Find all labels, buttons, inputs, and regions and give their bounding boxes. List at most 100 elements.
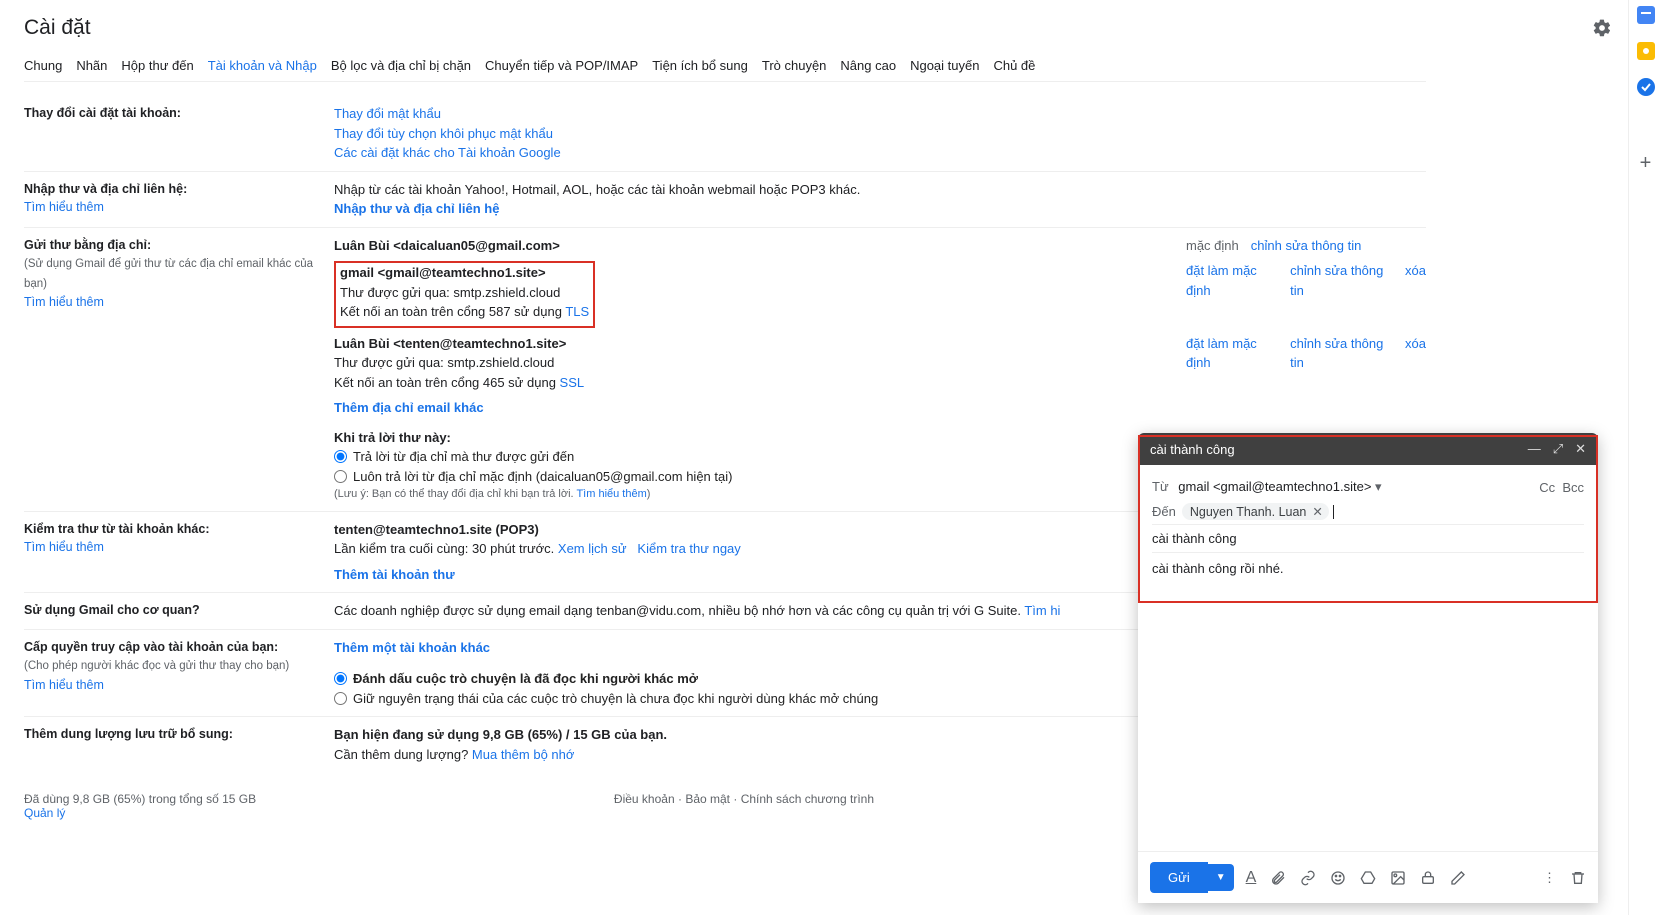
tab-n-ng-cao[interactable]: Nâng cao [840,58,896,73]
format-icon[interactable]: A [1246,869,1257,887]
settings-tabs: Chung Nhãn Hộp thư đến Tài khoản và Nhập Bộ … [24,58,1426,82]
compose-from-label: Từ [1152,479,1169,494]
change-account-link-2[interactable]: Các cài đặt khác cho Tài khoản Google [334,145,561,160]
drive-icon[interactable] [1360,870,1376,886]
image-icon[interactable] [1390,870,1406,886]
send-as-row-2-name: Luân Bùi <tenten@teamtechno1.site> [334,334,584,354]
add-addon-icon[interactable]: + [1640,152,1652,175]
compose-from-value[interactable]: gmail <gmail@teamtechno1.site> [1178,479,1371,494]
grant-label: Cấp quyền truy cập vào tài khoản của bạn… [24,640,278,654]
tab-b-l-c-v-a-ch-b-ch-n[interactable]: Bộ lọc và địa chỉ bị chặn [331,58,471,73]
storage-label: Thêm dung lượng lưu trữ bổ sung: [24,727,233,741]
minimize-icon[interactable]: — [1528,441,1541,457]
compose-to-chip-label: Nguyen Thanh. Luan [1190,505,1307,519]
calendar-icon[interactable] [1637,6,1655,24]
send-as-row-1-edit[interactable]: chỉnh sửa thông tin [1290,261,1393,300]
more-icon[interactable]: ⋮ [1543,870,1556,886]
gear-icon[interactable] [1592,18,1612,38]
check-mail-last: Lần kiểm tra cuối cùng: 30 phút trước. [334,541,558,556]
tab-ch-[interactable]: Chủ đề [993,58,1035,73]
compose-header[interactable]: cài thành công — ⤢ ✕ [1138,433,1598,465]
reply-opt1: Trả lời từ địa chỉ mà thư được gửi đến [353,447,574,467]
send-as-row-2-default[interactable]: đặt làm mặc định [1186,334,1278,373]
tab-ngo-i-tuy-n[interactable]: Ngoại tuyến [910,58,979,73]
link-icon[interactable] [1300,870,1316,886]
add-another-email[interactable]: Thêm địa chỉ email khác [334,400,484,415]
biz-label: Sử dụng Gmail cho cơ quan? [24,603,200,617]
compose-subject-input[interactable] [1152,525,1584,552]
change-account-link-0[interactable]: Thay đổi mật khẩu [334,106,441,121]
attach-icon[interactable] [1270,870,1286,886]
emoji-icon[interactable] [1330,870,1346,886]
send-as-label: Gửi thư bằng địa chỉ: [24,238,151,252]
send-as-row-2-proto[interactable]: SSL [560,375,585,390]
send-as-learn-more[interactable]: Tìm hiểu thêm [24,295,104,309]
grant-add[interactable]: Thêm một tài khoản khác [334,640,490,655]
footer-privacy[interactable]: Bảo mật [685,792,730,806]
grant-learn[interactable]: Tìm hiểu thêm [24,678,104,692]
check-mail-label: Kiểm tra thư từ tài khoản khác: [24,522,210,536]
footer-manage[interactable]: Quản lý [24,806,65,820]
compose-to-label: Đến [1152,504,1176,519]
send-as-row-1-default[interactable]: đặt làm mặc định [1186,261,1278,300]
change-account-link-1[interactable]: Thay đổi tùy chọn khôi phục mật khẩu [334,126,553,141]
popout-icon[interactable]: ⤢ [1553,441,1563,457]
tasks-icon[interactable] [1637,78,1655,96]
keep-icon[interactable] [1637,42,1655,60]
compose-cc-link[interactable]: Cc [1539,480,1555,495]
send-dropdown[interactable]: ▼ [1208,864,1234,891]
import-desc: Nhập từ các tài khoản Yahoo!, Hotmail, A… [334,180,1426,200]
send-as-row-0-edit[interactable]: chỉnh sửa thông tin [1251,236,1362,256]
tab-nh-n[interactable]: Nhãn [76,58,107,73]
reply-opt1-radio[interactable] [334,450,347,463]
compose-body-text[interactable]: cài thành công rồi nhé. [1152,553,1584,576]
reply-note-suffix: ) [647,488,651,500]
import-mail-label: Nhập thư và địa chỉ liên hệ: [24,182,187,196]
storage-buy[interactable]: Mua thêm bộ nhớ [472,747,574,762]
reply-note-link[interactable]: Tìm hiểu thêm [576,488,646,500]
send-as-row-2-port: Kết nối an toàn trên cổng 465 sử dụng [334,375,560,390]
grant-opt1: Đánh dấu cuộc trò chuyện là đã đọc khi n… [353,669,698,689]
send-as-row-1-name: gmail <gmail@teamtechno1.site> [340,263,589,283]
footer-terms[interactable]: Điều khoản [614,792,675,806]
compose-bcc-link[interactable]: Bcc [1562,480,1584,495]
tab-ti-n-ch-b-sung[interactable]: Tiện ích bổ sung [652,58,748,73]
import-action[interactable]: Nhập thư và địa chỉ liên hệ [334,201,499,216]
biz-learn[interactable]: Tìm hi [1024,603,1060,618]
reply-opt2-radio[interactable] [334,470,347,483]
send-as-row-2-delete[interactable]: xóa [1405,334,1426,373]
pen-icon[interactable] [1450,870,1466,886]
grant-opt1-radio[interactable] [334,672,347,685]
send-as-row-1-proto[interactable]: TLS [565,304,589,319]
check-mail-learn[interactable]: Tìm hiểu thêm [24,540,104,554]
tab-tr-chuy-n[interactable]: Trò chuyện [762,58,827,73]
import-learn-more[interactable]: Tìm hiểu thêm [24,200,104,214]
send-button[interactable]: Gửi [1150,862,1208,893]
grant-opt2-radio[interactable] [334,692,347,705]
send-as-row-1-delete[interactable]: xóa [1405,261,1426,300]
send-as-sub: (Sử dụng Gmail để gửi thư từ các địa chỉ… [24,258,313,289]
check-mail-history[interactable]: Xem lịch sử [558,541,627,556]
chevron-down-icon[interactable]: ▾ [1375,479,1382,494]
send-as-row-1-smtp: Thư được gửi qua: smtp.zshield.cloud [340,283,589,303]
close-icon[interactable]: ✕ [1575,441,1586,457]
tab-chung[interactable]: Chung [24,58,62,73]
send-as-row-2-smtp: Thư được gửi qua: smtp.zshield.cloud [334,353,584,373]
send-as-row-2-edit[interactable]: chỉnh sửa thông tin [1290,334,1393,373]
compose-title: cài thành công [1150,442,1235,457]
discard-icon[interactable] [1570,870,1586,886]
chip-remove-icon[interactable]: ✕ [1312,504,1322,519]
page-title: Cài đặt [24,16,1426,40]
change-account-label: Thay đổi cài đặt tài khoản: [24,106,181,120]
tab-h-p-th-n[interactable]: Hộp thư đến [121,58,193,73]
compose-to-chip[interactable]: Nguyen Thanh. Luan ✕ [1182,503,1329,520]
send-as-row-1-port: Kết nối an toàn trên cổng 587 sử dụng [340,304,565,319]
add-mail-account[interactable]: Thêm tài khoản thư [334,567,455,582]
grant-sub: (Cho phép người khác đọc và gửi thư thay… [24,660,289,672]
footer-policies[interactable]: Chính sách chương trình [741,792,874,806]
check-mail-now[interactable]: Kiểm tra thư ngay [637,541,740,556]
confidential-icon[interactable] [1420,870,1436,886]
tab-chuy-n-ti-p-v-pop-imap[interactable]: Chuyển tiếp và POP/IMAP [485,58,638,73]
grant-opt2: Giữ nguyên trạng thái của các cuộc trò c… [353,689,878,709]
tab-t-i-kho-n-v-nh-p[interactable]: Tài khoản và Nhập [208,58,317,73]
